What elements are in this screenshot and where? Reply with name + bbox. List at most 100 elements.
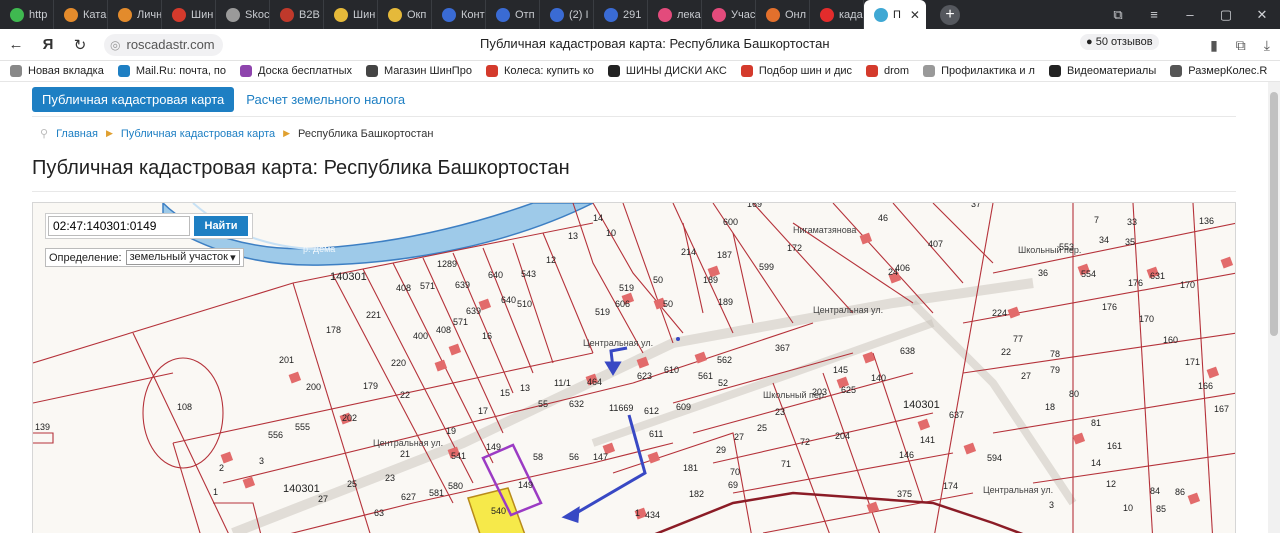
browser-tab[interactable]: Skoc <box>216 0 270 29</box>
bookmark-item[interactable]: ШИНЫ ДИСКИ АКС <box>607 65 727 77</box>
tab-label: Конт <box>461 8 485 21</box>
bookmark-item[interactable]: Mail.Ru: почта, по <box>117 65 226 77</box>
browser-tab-active[interactable]: П ✕ <box>864 0 926 29</box>
map-label: 367 <box>775 343 790 353</box>
browser-tab[interactable]: Отп <box>486 0 540 29</box>
map-label: 52 <box>718 378 728 388</box>
tab-land-tax[interactable]: Расчет земельного налога <box>246 92 405 107</box>
bookmark-label: Магазин ШинПро <box>384 65 472 77</box>
bookmark-label: drom <box>884 65 910 77</box>
map-label: 510 <box>517 299 532 309</box>
yandex-logo-icon[interactable]: Я <box>32 29 64 61</box>
reviews-badge[interactable]: ● 50 отзывов <box>1080 34 1159 50</box>
map-label: 179 <box>363 381 378 391</box>
building-marker <box>647 451 661 464</box>
minimize-icon[interactable]: – <box>1172 0 1208 29</box>
map-label: 149 <box>486 442 501 452</box>
bookmark-item[interactable]: РазмерКолес.R <box>1170 65 1267 77</box>
map-label: 434 <box>645 510 660 520</box>
tab-manager-icon[interactable]: ⧉ <box>1100 0 1136 29</box>
map-label: 554 <box>1081 269 1096 279</box>
close-tab-icon[interactable]: ✕ <box>910 8 920 22</box>
bookmark-item[interactable]: Колеса: купить ко <box>485 65 594 77</box>
browser-tab[interactable]: лека <box>648 0 702 29</box>
tab-label: када <box>839 8 863 21</box>
map-label: 55 <box>538 399 548 409</box>
favicon-icon <box>658 7 672 22</box>
browser-tab[interactable]: Шин <box>324 0 378 29</box>
reload-button[interactable]: ↻ <box>64 29 96 61</box>
bookmark-favicon-icon <box>10 65 22 77</box>
map-label: 171 <box>1185 357 1200 367</box>
map-label: 561 <box>698 371 713 381</box>
map-label: 46 <box>878 213 888 223</box>
download-icon[interactable]: ⤓ <box>1264 37 1270 54</box>
tab-cadastral-map[interactable]: Публичная кадастровая карта <box>32 87 235 112</box>
browser-tab[interactable]: http <box>0 0 54 29</box>
favicon-icon <box>712 7 726 22</box>
bookmark-item[interactable]: Подбор шин и дис <box>740 65 852 77</box>
favicon-icon <box>766 7 780 22</box>
bookmark-item[interactable]: Доска бесплатных <box>240 65 352 77</box>
map-label: 400 <box>413 331 428 341</box>
map-label: 22 <box>1001 347 1011 357</box>
collections-icon[interactable]: ⧉ <box>1236 37 1246 54</box>
browser-tab[interactable]: Онл <box>756 0 810 29</box>
map-label: 555 <box>295 422 310 432</box>
favicon-icon <box>388 7 402 22</box>
map-label: 70 <box>730 467 740 477</box>
site-tabs: Публичная кадастровая карта Расчет земел… <box>32 87 405 112</box>
map-label: 35 <box>1125 237 1135 247</box>
new-tab-button[interactable]: + <box>940 4 960 25</box>
tab-label: (2) I <box>569 8 589 21</box>
breadcrumb-map[interactable]: Публичная кадастровая карта <box>121 128 275 140</box>
map-label: 540 <box>491 506 506 516</box>
favicon-icon <box>10 7 24 22</box>
map-label: 623 <box>637 371 652 381</box>
map-label: 140301 <box>903 399 940 411</box>
bookmark-item[interactable]: Видеоматериалы <box>1048 65 1156 77</box>
browser-tab[interactable]: 291 <box>594 0 648 29</box>
menu-icon[interactable]: ≡ <box>1136 0 1172 29</box>
back-button[interactable]: ← <box>0 29 32 61</box>
building-marker <box>1220 256 1234 269</box>
bookmark-item[interactable]: drom <box>866 65 909 77</box>
map-label: 166 <box>1198 381 1213 391</box>
browser-tab[interactable]: када <box>810 0 864 29</box>
map-label: 627 <box>401 492 416 502</box>
find-button[interactable]: Найти <box>194 216 248 236</box>
favicon-icon <box>442 7 456 22</box>
bookmark-item[interactable]: Профилактика и л <box>923 65 1035 77</box>
scrollbar-thumb[interactable] <box>1270 92 1278 336</box>
browser-tab[interactable]: Учас <box>702 0 756 29</box>
maximize-icon[interactable]: ▢ <box>1208 0 1244 29</box>
map-label: 12 <box>1106 479 1116 489</box>
close-window-icon[interactable]: ✕ <box>1244 0 1280 29</box>
map-label: 637 <box>949 410 964 420</box>
breadcrumb-home[interactable]: Главная <box>56 128 98 140</box>
map-label: 85 <box>1156 504 1166 514</box>
map-label: 12 <box>546 255 556 265</box>
map-label: 69 <box>728 480 738 490</box>
browser-tab[interactable]: Шин <box>162 0 216 29</box>
browser-tab[interactable]: Личн <box>108 0 162 29</box>
bookmark-item[interactable]: Новая вкладка <box>10 65 104 77</box>
bookmark-icon[interactable]: ▮ <box>1210 37 1218 54</box>
tab-label: Онл <box>785 8 807 21</box>
building-marker <box>1007 306 1021 319</box>
browser-tab[interactable]: Окп <box>378 0 432 29</box>
map-label: 86 <box>1175 487 1185 497</box>
bookmark-favicon-icon <box>117 65 130 77</box>
browser-tab[interactable]: Ката <box>54 0 108 29</box>
definition-select[interactable]: земельный участок ▾ <box>125 250 240 265</box>
map-label: 640 <box>501 295 516 305</box>
browser-tab[interactable]: (2) I <box>540 0 594 29</box>
url-field[interactable]: ◎ roscadastr.com <box>104 33 223 56</box>
browser-tab[interactable]: B2B <box>270 0 324 29</box>
bookmark-item[interactable]: Магазин ШинПро <box>366 65 472 77</box>
cadastral-number-input[interactable] <box>48 216 190 236</box>
cadastral-map[interactable]: 140301 140301 140301 р. Дёма Центральная ул.… <box>32 202 1236 533</box>
page-scrollbar[interactable] <box>1268 82 1280 533</box>
map-label: 108 <box>177 402 192 412</box>
browser-tab[interactable]: Конт <box>432 0 486 29</box>
